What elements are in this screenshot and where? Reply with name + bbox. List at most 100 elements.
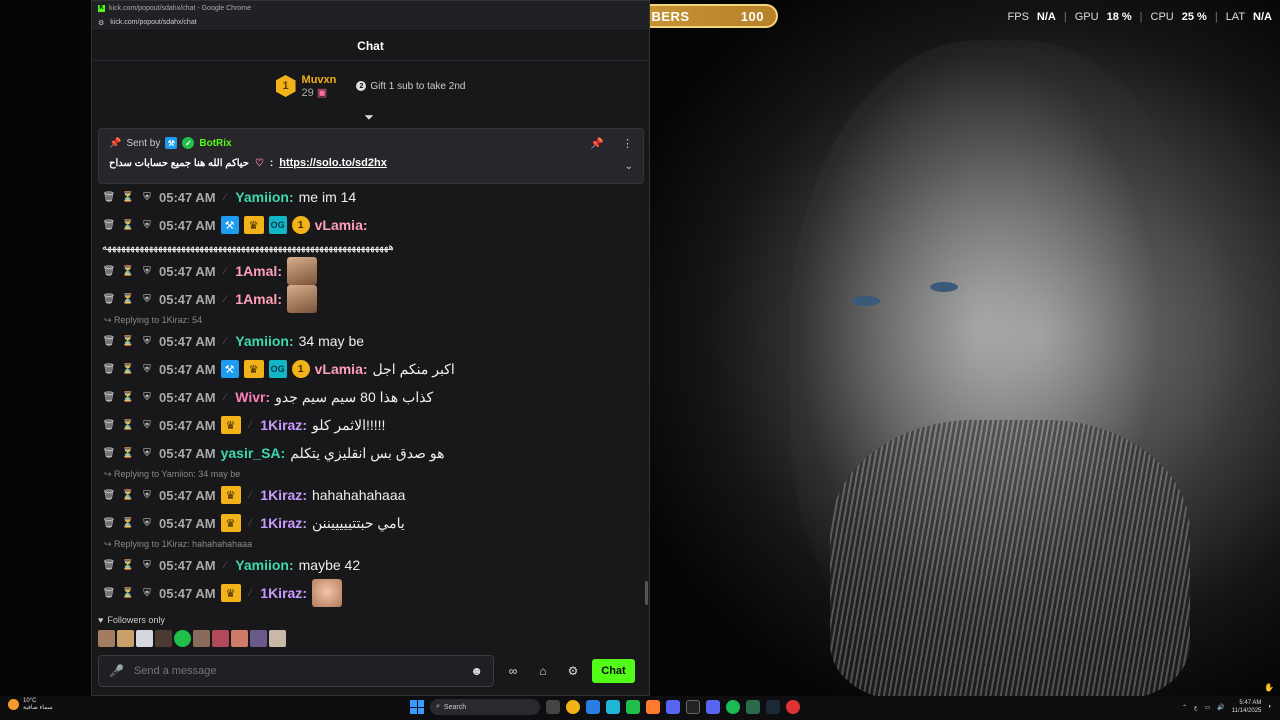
message-username[interactable]: 1Amal: xyxy=(235,263,282,279)
notifications-icon[interactable]: ◐ xyxy=(1268,704,1272,710)
avatar[interactable] xyxy=(174,630,191,647)
delete-icon[interactable]: 🗑 xyxy=(102,448,116,459)
unpin-icon[interactable]: 📌 xyxy=(590,137,604,150)
message-username[interactable]: Yamiion: xyxy=(235,189,293,205)
spotify-icon[interactable] xyxy=(726,700,740,714)
infinity-points-icon[interactable]: ∞ xyxy=(502,664,524,678)
message-username[interactable]: vLamia: xyxy=(315,217,368,233)
avatar[interactable] xyxy=(155,630,172,647)
gear-icon[interactable]: ⚙ xyxy=(562,664,584,678)
delete-icon[interactable]: 🗑 xyxy=(102,518,116,529)
ban-icon[interactable]: ⛨ xyxy=(140,448,154,459)
ban-icon[interactable]: ⛨ xyxy=(140,518,154,529)
delete-icon[interactable]: 🗑 xyxy=(102,364,116,375)
delete-icon[interactable]: 🗑 xyxy=(102,560,116,571)
app-icon[interactable] xyxy=(646,700,660,714)
ban-icon[interactable]: ⛨ xyxy=(140,220,154,231)
reply-context[interactable]: ↪ Replying to Yamiion: 34 may be xyxy=(102,467,647,481)
reply-context[interactable]: ↪ Replying to 1Kiraz: hahahahahaaa xyxy=(102,537,647,551)
reply-context[interactable]: ↪ Replying to 1Kiraz: 54 xyxy=(102,313,647,327)
store-icon[interactable]: ⌂ xyxy=(532,664,554,678)
avatar[interactable] xyxy=(117,630,134,647)
ban-icon[interactable]: ⛨ xyxy=(140,266,154,277)
timeout-icon[interactable]: ⏳ xyxy=(121,336,135,347)
timeout-icon[interactable]: ⏳ xyxy=(121,448,135,459)
ban-icon[interactable]: ⛨ xyxy=(140,364,154,375)
message-box[interactable]: 🎤 ☻ xyxy=(98,655,494,687)
message-username[interactable]: vLamia: xyxy=(315,361,368,377)
ban-icon[interactable]: ⛨ xyxy=(140,392,154,403)
top-gifter[interactable]: 1 Muvxn 29 ▣ xyxy=(275,74,336,99)
pinned-link[interactable]: https://solo.to/sd2hx xyxy=(279,157,387,169)
volume-icon[interactable]: 🔊 xyxy=(1217,704,1224,711)
delete-icon[interactable]: 🗑 xyxy=(102,266,116,277)
app-icon[interactable] xyxy=(586,700,600,714)
send-chat-button[interactable]: Chat xyxy=(592,659,635,683)
ban-icon[interactable]: ⛨ xyxy=(140,560,154,571)
timeout-icon[interactable]: ⏳ xyxy=(121,588,135,599)
message-username[interactable]: 1Kiraz: xyxy=(260,585,307,601)
avatar[interactable] xyxy=(212,630,229,647)
app-icon[interactable] xyxy=(746,700,760,714)
edge-icon[interactable] xyxy=(606,700,620,714)
taskbar-search[interactable]: ⌕ Search xyxy=(430,699,540,715)
microphone-icon[interactable]: 🎤 xyxy=(109,664,124,678)
message-username[interactable]: 1Kiraz: xyxy=(260,515,307,531)
task-view-icon[interactable] xyxy=(546,700,560,714)
delete-icon[interactable]: 🗑 xyxy=(102,336,116,347)
timeout-icon[interactable]: ⏳ xyxy=(121,220,135,231)
avatar[interactable] xyxy=(136,630,153,647)
ban-icon[interactable]: ⛨ xyxy=(140,336,154,347)
pinned-author[interactable]: BotRix xyxy=(199,138,231,149)
app-icon[interactable] xyxy=(706,700,720,714)
network-icon[interactable]: ▭ xyxy=(1205,704,1211,711)
timeout-icon[interactable]: ⏳ xyxy=(121,266,135,277)
x-icon[interactable] xyxy=(686,700,700,714)
collapse-icon[interactable]: ⏷ xyxy=(362,110,376,124)
avatar[interactable] xyxy=(98,630,115,647)
chevron-up-icon[interactable]: ⌃ xyxy=(1182,704,1187,711)
ban-icon[interactable]: ⛨ xyxy=(140,588,154,599)
delete-icon[interactable]: 🗑 xyxy=(102,192,116,203)
message-input[interactable] xyxy=(133,665,461,677)
delete-icon[interactable]: 🗑 xyxy=(102,294,116,305)
chevron-down-icon[interactable]: ⌄ xyxy=(625,161,633,172)
start-icon[interactable] xyxy=(410,700,424,714)
message-username[interactable]: Yamiion: xyxy=(235,557,293,573)
address-bar[interactable]: ⚙ kick.com/popout/sdahx/chat xyxy=(92,15,649,31)
obs-icon[interactable] xyxy=(786,700,800,714)
timeout-icon[interactable]: ⏳ xyxy=(121,560,135,571)
timeout-icon[interactable]: ⏳ xyxy=(121,294,135,305)
message-username[interactable]: Wivr: xyxy=(235,389,270,405)
message-username[interactable]: 1Kiraz: xyxy=(260,417,307,433)
discord-icon[interactable] xyxy=(666,700,680,714)
avatar[interactable] xyxy=(193,630,210,647)
avatar[interactable] xyxy=(250,630,267,647)
weather-widget[interactable]: 10°C سماء صافية xyxy=(8,698,53,711)
timeout-icon[interactable]: ⏳ xyxy=(121,392,135,403)
chrome-icon[interactable] xyxy=(566,700,580,714)
ban-icon[interactable]: ⛨ xyxy=(140,192,154,203)
delete-icon[interactable]: 🗑 xyxy=(102,588,116,599)
keyboard-lang[interactable]: ع xyxy=(1194,704,1198,711)
timeout-icon[interactable]: ⏳ xyxy=(121,518,135,529)
clock[interactable]: 5:47 AM 11/14/2025 xyxy=(1232,699,1262,715)
emoji-icon[interactable]: ☻ xyxy=(470,664,483,678)
timeout-icon[interactable]: ⏳ xyxy=(121,192,135,203)
avatar[interactable] xyxy=(269,630,286,647)
gift-leaderboard[interactable]: 1 Muvxn 29 ▣ 2 Gift 1 sub to take 2nd xyxy=(92,61,649,111)
delete-icon[interactable]: 🗑 xyxy=(102,392,116,403)
timeout-icon[interactable]: ⏳ xyxy=(121,364,135,375)
delete-icon[interactable]: 🗑 xyxy=(102,220,116,231)
ban-icon[interactable]: ⛨ xyxy=(140,420,154,431)
ban-icon[interactable]: ⛨ xyxy=(140,490,154,501)
site-info-icon[interactable]: ⚙ xyxy=(98,19,104,27)
chat-scrollbar[interactable] xyxy=(645,581,648,605)
avatar[interactable] xyxy=(231,630,248,647)
timeout-icon[interactable]: ⏳ xyxy=(121,490,135,501)
timeout-icon[interactable]: ⏳ xyxy=(121,420,135,431)
steam-icon[interactable] xyxy=(766,700,780,714)
delete-icon[interactable]: 🗑 xyxy=(102,490,116,501)
ban-icon[interactable]: ⛨ xyxy=(140,294,154,305)
more-options-icon[interactable]: ⋮ xyxy=(622,137,633,150)
